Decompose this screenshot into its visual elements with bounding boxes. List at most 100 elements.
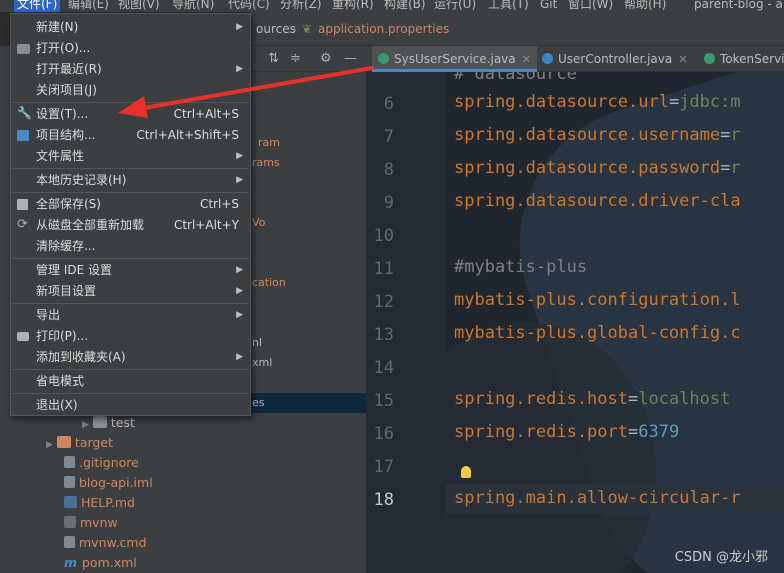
- menu-item-power-save-mode[interactable]: 省电模式: [11, 371, 250, 392]
- tree-item-label: HELP.md: [81, 495, 135, 510]
- tree-item-pom-xml[interactable]: m pom.xml: [64, 553, 137, 573]
- code-line: mybatis-plus.configuration.l: [454, 290, 741, 310]
- menu-code[interactable]: 代码(C): [228, 0, 270, 12]
- code-editor[interactable]: # datasource 6 spring.datasource.url=jdb…: [366, 72, 784, 573]
- line-number: 9: [383, 193, 394, 213]
- tree-item-mvnw-cmd[interactable]: mvnw.cmd: [64, 533, 147, 553]
- menu-item-new[interactable]: 新建(N) ▶: [11, 17, 250, 38]
- tree-item-label: mvnw.cmd: [79, 535, 147, 550]
- tab-sysuserservice[interactable]: SysUserService.java ✕: [372, 46, 537, 72]
- menu-item-reload-all[interactable]: ⟳ 从磁盘全部重新加载 Ctrl+Alt+Y: [11, 215, 250, 236]
- line-number: 10: [373, 226, 394, 246]
- folder-icon: [56, 436, 71, 448]
- menu-tools[interactable]: 工具(T): [488, 0, 529, 12]
- chevron-right-icon: ›: [292, 22, 297, 36]
- line-number: 14: [373, 358, 394, 378]
- markdown-icon: [64, 496, 77, 508]
- editor-tabs: SysUserService.java ✕ UserController.java…: [366, 46, 784, 72]
- tree-fragment: ram: [258, 136, 280, 149]
- tree-fragment: rams: [252, 156, 280, 169]
- tree-item-label: blog-api.iml: [79, 475, 153, 490]
- selected-row-highlight: [250, 393, 366, 413]
- menu-view[interactable]: 视图(V): [118, 0, 160, 12]
- menu-item-new-project-settings[interactable]: 新项目设置 ▶: [11, 281, 250, 302]
- tree-fragment: cation: [252, 276, 286, 289]
- chevron-right-icon: ▶: [236, 286, 243, 296]
- menu-item-file-properties[interactable]: 文件属性 ▶: [11, 146, 250, 167]
- menu-separator: [12, 303, 249, 304]
- menu-build[interactable]: 构建(B): [384, 0, 426, 12]
- menu-item-manage-ide-settings[interactable]: 管理 IDE 设置 ▶: [11, 260, 250, 281]
- file-icon: [64, 476, 75, 488]
- menu-separator: [12, 369, 249, 370]
- refresh-icon: ⟳: [17, 217, 28, 232]
- menu-separator: [12, 168, 249, 169]
- menu-item-invalidate-caches[interactable]: 清除缓存...: [11, 236, 250, 257]
- tab-tokenservice[interactable]: TokenServic: [698, 46, 784, 72]
- menu-separator: [12, 192, 249, 193]
- chevron-right-icon: ▶: [46, 440, 53, 450]
- menu-item-project-structure[interactable]: 项目结构... Ctrl+Alt+Shift+S: [11, 125, 250, 146]
- code-line: # datasource: [454, 72, 577, 84]
- menu-run[interactable]: 运行(U): [434, 0, 476, 12]
- code-line: mybatis-plus.global-config.c: [454, 323, 741, 343]
- wrench-icon: 🔧: [17, 106, 32, 120]
- menu-window[interactable]: 窗口(W): [568, 0, 613, 12]
- tab-label: SysUserService.java: [394, 52, 516, 66]
- line-number: 13: [373, 325, 394, 345]
- tree-item-help-md[interactable]: HELP.md: [64, 493, 135, 513]
- menu-item-add-to-favorites[interactable]: 添加到收藏夹(A) ▶: [11, 347, 250, 368]
- folder-icon: [17, 44, 30, 54]
- menu-item-open[interactable]: 打开(O)...: [11, 38, 250, 59]
- tree-item-mvnw[interactable]: mvnw: [64, 513, 118, 533]
- tree-item-test[interactable]: ▶ test: [82, 413, 135, 433]
- tree-fragment: es: [252, 396, 265, 409]
- tree-fragment: Vo: [252, 216, 266, 229]
- watermark: CSDN @龙小邪: [674, 550, 768, 565]
- chevron-right-icon: ▶: [236, 151, 243, 161]
- tree-item-gitignore[interactable]: .gitignore: [64, 453, 139, 473]
- spring-leaf-icon: ❦: [302, 22, 313, 36]
- tab-label: TokenServic: [720, 52, 784, 66]
- menu-edit[interactable]: 编辑(E): [68, 0, 109, 12]
- lightbulb-icon[interactable]: [461, 466, 471, 478]
- menu-git[interactable]: Git: [540, 0, 557, 12]
- breadcrumb-folder[interactable]: ources: [256, 22, 296, 36]
- breadcrumb-file[interactable]: application.properties: [318, 22, 449, 36]
- tree-item-label: pom.xml: [82, 555, 137, 570]
- tree-item-target[interactable]: ▶ target: [46, 433, 113, 453]
- tab-usercontroller[interactable]: UserController.java ✕: [536, 46, 693, 72]
- chevron-right-icon: ▶: [236, 352, 243, 362]
- menu-analyze[interactable]: 分析(Z): [280, 0, 322, 12]
- menu-separator: [12, 393, 249, 394]
- menu-item-save-all[interactable]: 全部保存(S) Ctrl+S: [11, 194, 250, 215]
- folder-icon: [92, 416, 107, 428]
- breadcrumb: ources › ❦ application.properties: [250, 12, 784, 46]
- menu-item-print[interactable]: 打印(P)...: [11, 326, 250, 347]
- menu-refactor[interactable]: 重构(R): [332, 0, 374, 12]
- menu-navigate[interactable]: 导航(N): [172, 0, 214, 12]
- menu-item-local-history[interactable]: 本地历史记录(H) ▶: [11, 170, 250, 191]
- menu-bar: 文件(F) 编辑(E) 视图(V) 导航(N) 代码(C) 分析(Z) 重构(R…: [0, 0, 784, 12]
- menu-help[interactable]: 帮助(H): [624, 0, 666, 12]
- menu-separator: [12, 258, 249, 259]
- menu-item-export[interactable]: 导出 ▶: [11, 305, 250, 326]
- chevron-right-icon: ▶: [236, 310, 243, 320]
- line-number: 17: [373, 457, 394, 477]
- tree-item-label: test: [110, 415, 135, 430]
- line-number: 16: [373, 424, 394, 444]
- save-icon: [17, 199, 28, 210]
- annotation-arrow: [118, 66, 374, 118]
- menu-item-exit[interactable]: 退出(X): [11, 395, 250, 416]
- line-number: 18: [373, 490, 394, 510]
- chevron-right-icon: ▶: [236, 175, 243, 185]
- tree-item-label: mvnw: [80, 515, 118, 530]
- tree-fragment: nl: [252, 336, 263, 349]
- close-icon[interactable]: ✕: [522, 53, 531, 66]
- printer-icon: [17, 332, 29, 341]
- tree-item-blog-api-iml[interactable]: blog-api.iml: [64, 473, 153, 493]
- code-line: spring.redis.host=localhost: [454, 389, 731, 409]
- menu-file[interactable]: 文件(F): [14, 0, 61, 12]
- close-icon[interactable]: ✕: [678, 53, 687, 66]
- chevron-right-icon: ▶: [82, 420, 89, 430]
